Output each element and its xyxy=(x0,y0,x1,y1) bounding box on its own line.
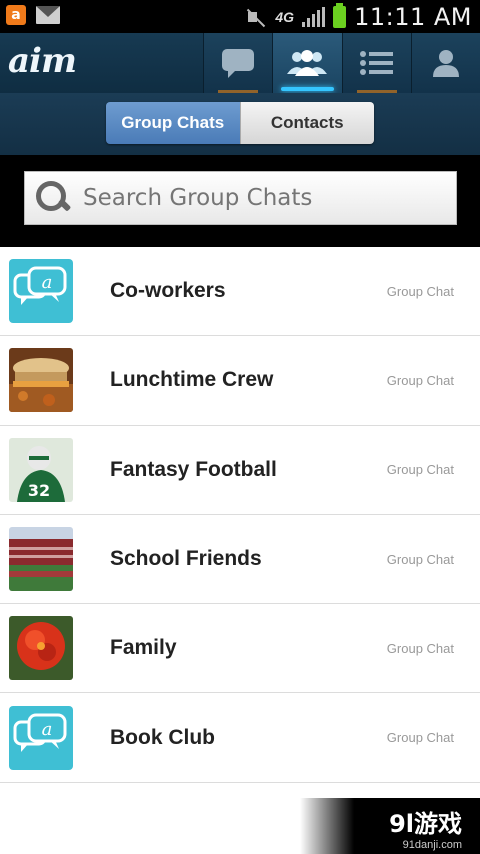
group-type: Group Chat xyxy=(386,462,454,478)
svg-text:32: 32 xyxy=(28,481,50,500)
app-notification-icon: a xyxy=(6,5,26,25)
stadium-photo xyxy=(9,527,73,592)
group-name: School Friends xyxy=(110,547,262,571)
group-type: Group Chat xyxy=(386,372,454,388)
profile-icon xyxy=(432,50,459,77)
aim-logo: aim xyxy=(8,41,77,81)
top-nav xyxy=(203,33,480,93)
aim-chat-icon: a xyxy=(9,259,73,324)
battery-icon xyxy=(333,3,347,28)
group-type: Group Chat xyxy=(386,730,454,746)
group-name: Book Club xyxy=(110,725,215,749)
nav-list-button[interactable] xyxy=(341,33,411,93)
signal-icon xyxy=(302,7,326,27)
tab-group-chats[interactable]: Group Chats xyxy=(106,102,240,144)
sandwich-photo xyxy=(9,348,73,413)
status-time: 11:11 AM xyxy=(354,3,472,31)
chat-bubble-icon xyxy=(222,49,255,78)
tab-bar: Group Chats Contacts xyxy=(0,93,480,155)
segmented-control: Group Chats Contacts xyxy=(106,102,374,144)
group-name: Co-workers xyxy=(110,279,226,303)
nav-chats-button[interactable] xyxy=(203,33,273,93)
football-player-photo: 32 xyxy=(9,437,73,502)
list-item[interactable]: Lunchtime Crew Group Chat xyxy=(0,336,480,426)
group-type: Group Chat xyxy=(386,283,454,299)
group-chat-list: a Co-workers Group Chat Lunchtime Crew G… xyxy=(0,247,480,783)
app-header: aim xyxy=(0,33,480,93)
mute-icon xyxy=(245,6,267,28)
list-item[interactable]: a Co-workers Group Chat xyxy=(0,247,480,337)
tab-contacts[interactable]: Contacts xyxy=(239,102,374,144)
list-item[interactable]: 32 Fantasy Football Group Chat xyxy=(0,425,480,515)
network-type: 4G xyxy=(275,9,295,25)
list-icon xyxy=(359,51,393,75)
nav-groups-button[interactable] xyxy=(272,33,342,93)
list-item[interactable]: a Book Club Group Chat xyxy=(0,693,480,783)
group-icon xyxy=(287,50,328,76)
list-item[interactable]: School Friends Group Chat xyxy=(0,514,480,605)
group-name: Lunchtime Crew xyxy=(110,368,274,392)
watermark-url: 91danji.com xyxy=(402,839,462,851)
red-flower-photo xyxy=(9,616,73,681)
svg-text:a: a xyxy=(42,719,53,740)
group-type: Group Chat xyxy=(386,640,454,656)
list-item[interactable]: Family Group Chat xyxy=(0,604,480,694)
group-name: Family xyxy=(110,636,177,660)
search-box xyxy=(24,171,457,225)
search-area xyxy=(0,155,480,247)
nav-profile-button[interactable] xyxy=(410,33,480,93)
group-type: Group Chat xyxy=(386,551,454,567)
svg-text:a: a xyxy=(42,272,53,293)
search-input[interactable] xyxy=(83,185,443,211)
search-icon xyxy=(33,178,73,218)
status-bar: a 4G 11:11 AM xyxy=(0,0,480,33)
aim-chat-icon: a xyxy=(9,705,73,770)
watermark-logo: 9l游戏 xyxy=(389,810,462,838)
gmail-icon xyxy=(36,6,60,24)
group-name: Fantasy Football xyxy=(110,457,277,481)
watermark: 9l游戏 91danji.com xyxy=(300,798,480,854)
